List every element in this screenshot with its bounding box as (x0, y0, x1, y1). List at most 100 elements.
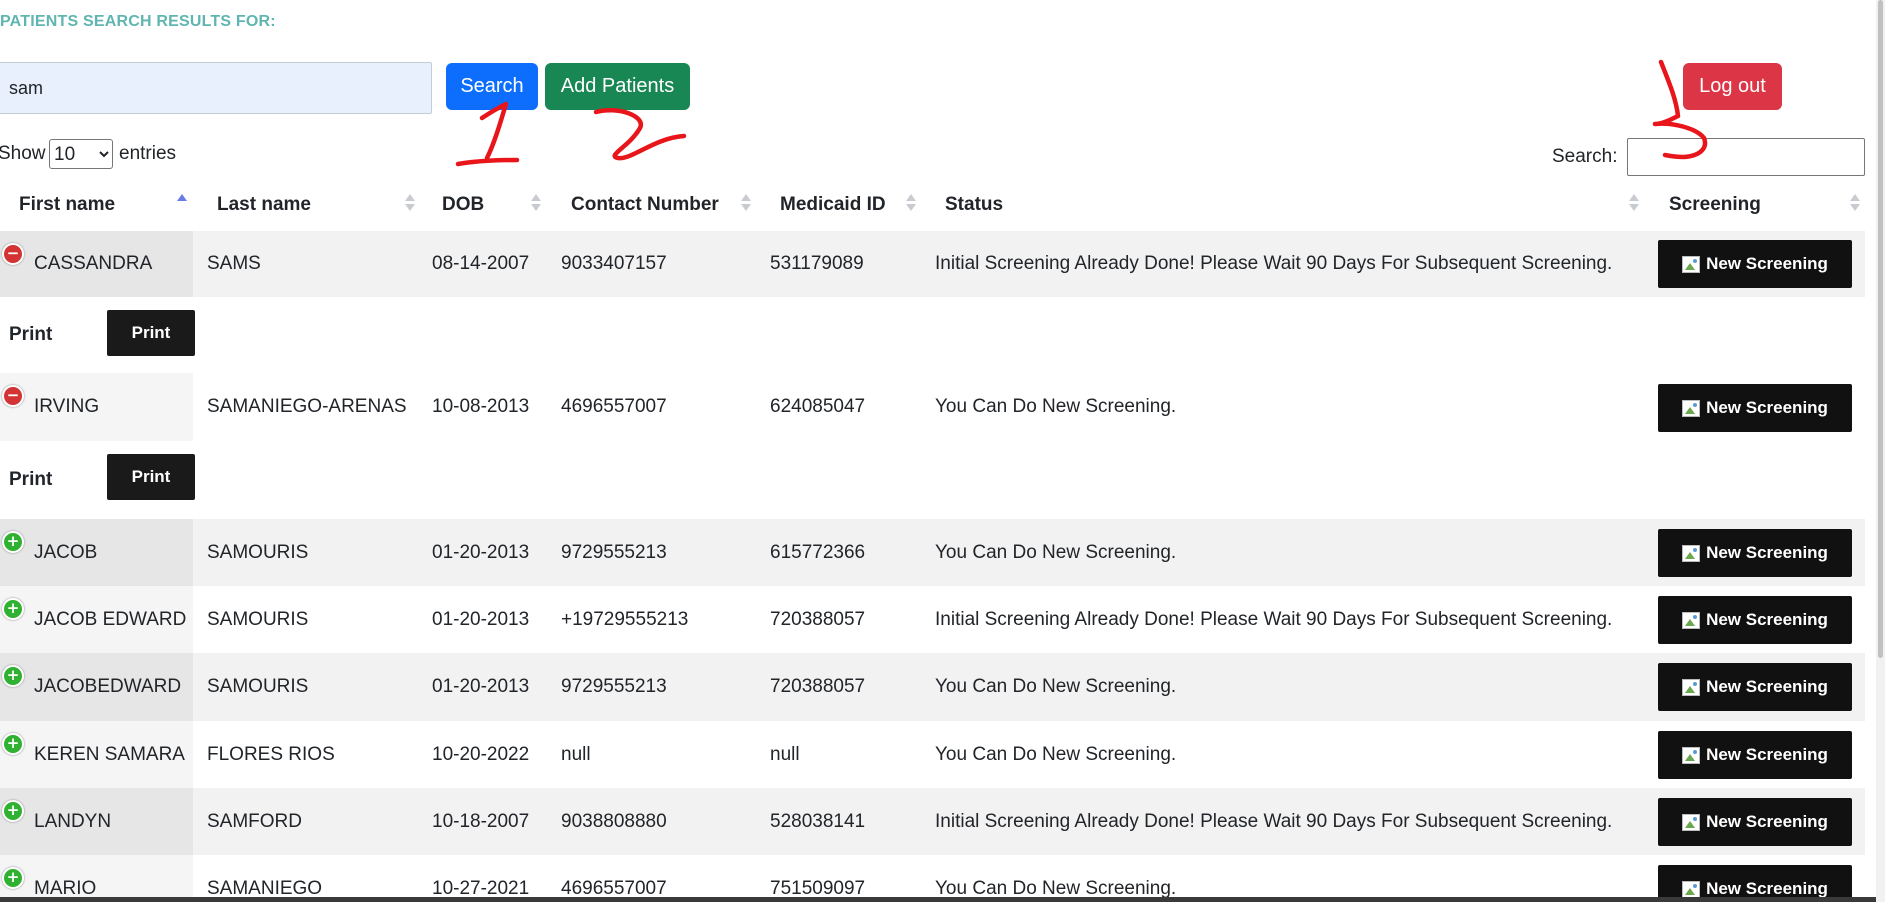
broken-image-icon (1682, 880, 1701, 897)
logout-button[interactable]: Log out (1683, 63, 1782, 110)
cell-last-name: SAMFORD (207, 810, 302, 832)
new-screening-label: New Screening (1706, 254, 1828, 273)
broken-image-icon (1682, 678, 1701, 696)
table-row[interactable]: + LANDYN SAMFORD 10-18-2007 9038808880 5… (0, 788, 1865, 856)
cell-dob: 10-27-2021 (432, 877, 530, 898)
cell-last-name: SAMOURIS (207, 541, 309, 563)
broken-image-icon (1682, 255, 1701, 273)
table-row[interactable]: + JACOB SAMOURIS 01-20-2013 9729555213 6… (0, 519, 1865, 587)
cell-first-name: MARIO (34, 877, 97, 898)
col-header-dob[interactable]: DOB (442, 178, 484, 231)
table-row[interactable]: − CASSANDRA SAMS 08-14-2007 9033407157 5… (0, 231, 1865, 298)
add-patients-button[interactable]: Add Patients (545, 63, 690, 110)
annotation-digit-2 (593, 107, 687, 161)
print-button[interactable]: Print (107, 310, 195, 356)
cell-first-name: LANDYN (34, 810, 112, 832)
cell-medicaid: 720388057 (770, 608, 866, 630)
cell-status: Initial Screening Already Done! Please W… (935, 253, 1613, 274)
new-screening-button[interactable]: New Screening (1658, 731, 1852, 779)
cell-first-name: JACOBEDWARD (34, 676, 182, 697)
col-header-label: First name (19, 193, 116, 215)
cell-medicaid: 531179089 (770, 253, 864, 274)
child-row: Print Print (0, 297, 1865, 374)
broken-image-icon (1682, 746, 1701, 764)
table-search-input[interactable] (1627, 138, 1865, 176)
new-screening-button[interactable]: New Screening (1658, 663, 1852, 711)
cell-contact: 9038808880 (561, 810, 667, 832)
print-label: Print (9, 469, 53, 490)
col-header-screening[interactable]: Screening (1669, 178, 1761, 231)
expand-row-icon[interactable]: + (2, 867, 24, 889)
new-screening-label: New Screening (1706, 812, 1828, 831)
expand-row-icon[interactable]: + (2, 800, 24, 822)
table-row[interactable]: + JACOBEDWARD SAMOURIS 01-20-2013 972955… (0, 653, 1865, 722)
new-screening-button[interactable]: New Screening (1658, 240, 1852, 288)
cell-last-name: SAMANIEGO-ARENAS (207, 396, 407, 417)
child-row: Print Print (0, 441, 1865, 520)
expand-row-icon[interactable]: + (2, 733, 24, 755)
col-header-first-name[interactable]: First name (19, 178, 115, 231)
search-button[interactable]: Search (446, 63, 538, 110)
cell-medicaid: null (770, 743, 800, 765)
new-screening-button[interactable]: New Screening (1658, 798, 1852, 846)
broken-image-icon (1682, 399, 1701, 417)
expand-row-icon[interactable]: + (2, 665, 24, 687)
col-header-last-name[interactable]: Last name (217, 178, 311, 231)
col-header-label: Contact Number (571, 193, 719, 215)
table-header: First name Last name DOB Contact Number … (0, 178, 1865, 233)
cell-last-name: SAMOURIS (207, 676, 309, 697)
new-screening-label: New Screening (1706, 677, 1828, 696)
new-screening-button[interactable]: New Screening (1658, 529, 1852, 577)
cell-medicaid: 751509097 (770, 877, 866, 898)
col-header-label: Last name (217, 193, 311, 215)
cell-medicaid: 615772366 (770, 541, 866, 563)
broken-image-icon (1682, 611, 1701, 629)
broken-image-icon (1682, 544, 1701, 562)
new-screening-button[interactable]: New Screening (1658, 596, 1852, 644)
sort-icon (1850, 192, 1860, 216)
cell-dob: 01-20-2013 (432, 608, 530, 630)
cell-dob: 01-20-2013 (432, 541, 530, 563)
new-screening-label: New Screening (1706, 543, 1828, 562)
sort-icon (1629, 192, 1639, 216)
entries-select[interactable]: 10 (49, 139, 113, 169)
col-header-status[interactable]: Status (945, 178, 1003, 231)
collapse-row-icon[interactable]: − (2, 243, 24, 265)
cell-contact: 4696557007 (561, 877, 667, 898)
scrollbar-thumb[interactable] (1878, 0, 1883, 658)
table-row[interactable]: + KEREN SAMARA FLORES RIOS 10-20-2022 nu… (0, 721, 1865, 789)
show-label: Show (0, 143, 46, 164)
annotation-digit-1 (455, 101, 520, 167)
cell-dob: 10-18-2007 (432, 810, 530, 832)
expand-row-icon[interactable]: + (2, 531, 24, 553)
sort-icon (405, 192, 415, 216)
new-screening-button[interactable]: New Screening (1658, 865, 1852, 897)
sort-icon (741, 192, 751, 216)
expand-row-icon[interactable]: + (2, 598, 24, 620)
cell-dob: 10-20-2022 (432, 743, 530, 765)
cell-status: Initial Screening Already Done! Please W… (935, 810, 1613, 832)
cell-first-name: JACOB EDWARD (34, 608, 187, 630)
cell-contact: null (561, 743, 591, 765)
cell-status: You Can Do New Screening. (935, 676, 1177, 697)
cell-status: You Can Do New Screening. (935, 877, 1177, 898)
cell-dob: 01-20-2013 (432, 676, 530, 697)
col-header-medicaid-id[interactable]: Medicaid ID (780, 178, 886, 231)
table-row[interactable]: − IRVING SAMANIEGO-ARENAS 10-08-2013 469… (0, 373, 1865, 442)
patient-search-input[interactable] (0, 62, 432, 114)
print-button[interactable]: Print (107, 454, 195, 500)
print-label: Print (9, 324, 53, 345)
cell-contact: 9729555213 (561, 541, 667, 563)
col-header-contact-number[interactable]: Contact Number (571, 178, 719, 231)
cell-first-name: JACOB (34, 541, 98, 563)
col-header-label: DOB (442, 193, 485, 215)
table-row[interactable]: + MARIO SAMANIEGO 10-27-2021 4696557007 … (0, 855, 1865, 898)
table-row[interactable]: + JACOB EDWARD SAMOURIS 01-20-2013 +1972… (0, 586, 1865, 654)
new-screening-label: New Screening (1706, 610, 1828, 629)
cell-last-name: FLORES RIOS (207, 743, 335, 765)
sort-asc-icon (177, 192, 187, 216)
new-screening-button[interactable]: New Screening (1658, 384, 1852, 432)
cell-contact: 9729555213 (561, 676, 667, 697)
window-bottom-edge (0, 897, 1885, 902)
collapse-row-icon[interactable]: − (2, 385, 24, 407)
